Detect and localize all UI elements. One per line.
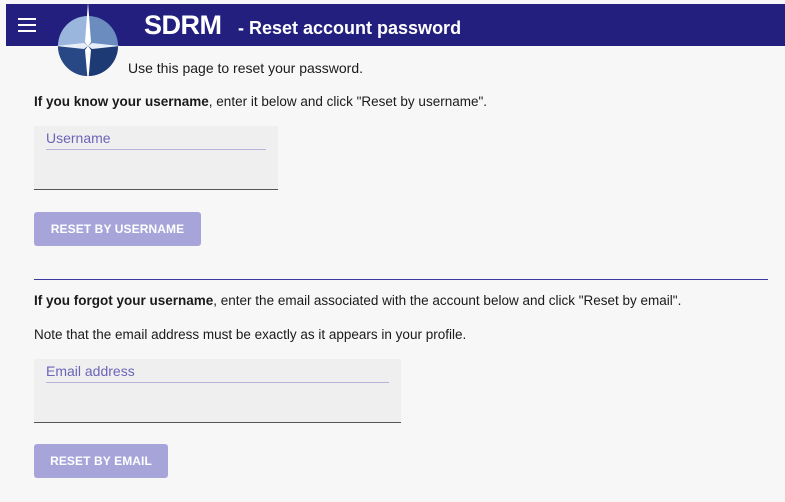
reset-by-username-button[interactable]: RESET BY USERNAME [34, 212, 201, 246]
reset-password-page: SDRM - Reset account password Use this p… [0, 0, 785, 502]
top-app-bar: SDRM - Reset account password [6, 4, 785, 46]
username-field-label: Username [46, 130, 111, 146]
reset-by-email-button[interactable]: RESET BY EMAIL [34, 444, 168, 478]
email-input[interactable] [46, 400, 389, 416]
email-instruction-rest: , enter the email associated with the ac… [213, 293, 682, 308]
username-instruction-rest: , enter it below and click "Reset by use… [208, 94, 488, 109]
username-input[interactable] [46, 167, 266, 183]
username-field-label-underline [46, 149, 266, 150]
username-instruction-bold: If you know your username [34, 94, 209, 109]
email-field[interactable]: Email address [34, 359, 401, 423]
username-instruction: If you know your username, enter it belo… [34, 93, 487, 111]
email-instruction-bold: If you forgot your username [34, 293, 214, 308]
app-name: SDRM [144, 10, 222, 40]
intro-text: Use this page to reset your password. [128, 60, 364, 76]
username-field[interactable]: Username [34, 126, 278, 190]
hamburger-menu-icon[interactable] [18, 16, 38, 34]
compass-logo [56, 2, 120, 84]
email-field-label-underline [46, 382, 389, 383]
email-instruction: If you forgot your username, enter the e… [34, 292, 681, 310]
email-note: Note that the email address must be exac… [34, 327, 467, 342]
page-title: - Reset account password [238, 18, 462, 38]
email-field-label: Email address [46, 363, 135, 379]
section-divider [34, 279, 768, 280]
